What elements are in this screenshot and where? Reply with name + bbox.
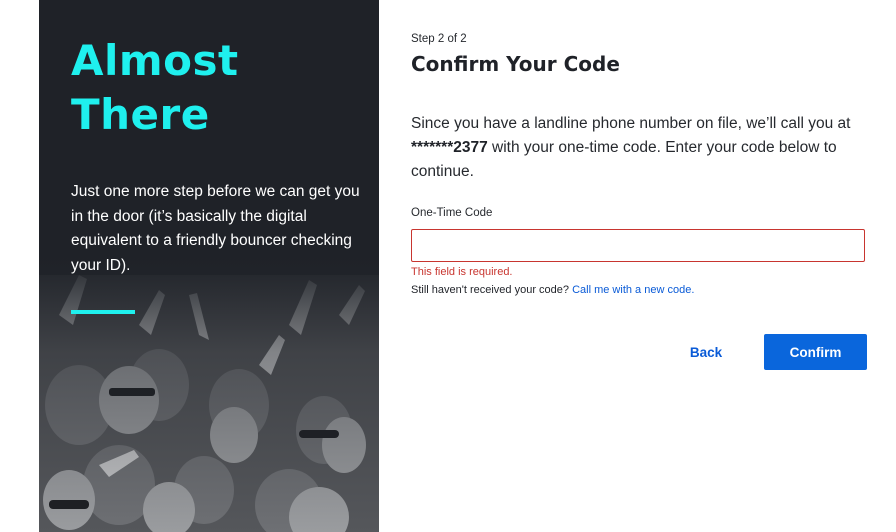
field-error-message: This field is required. [411, 266, 513, 278]
back-button[interactable]: Back [676, 334, 736, 370]
one-time-code-label: One-Time Code [411, 207, 493, 219]
login-page: Almost There Just one more step before w… [0, 0, 896, 532]
step-indicator: Step 2 of 2 [411, 33, 467, 45]
hero-headline-line1: Almost [71, 36, 239, 85]
page-title: Confirm Your Code [411, 52, 620, 76]
resend-row: Still haven't received your code? Call m… [411, 284, 694, 296]
accent-divider [71, 310, 135, 314]
confirm-button[interactable]: Confirm [764, 334, 867, 370]
one-time-code-input[interactable] [411, 229, 865, 262]
masked-phone-number: *******2377 [411, 139, 488, 156]
instructions-text-start: Since you have a landline phone number o… [411, 115, 851, 132]
crowd-photo [39, 255, 379, 532]
instructions: Since you have a landline phone number o… [411, 112, 871, 184]
resend-prompt: Still haven't received your code? [411, 284, 573, 296]
hero-headline: Almost There [71, 34, 239, 142]
hero-headline-line2: There [71, 90, 210, 139]
resend-code-link[interactable]: Call me with a new code. [572, 284, 694, 296]
hero-intro: Just one more step before we can get you… [71, 183, 360, 274]
hero-panel: Almost There Just one more step before w… [39, 0, 379, 532]
